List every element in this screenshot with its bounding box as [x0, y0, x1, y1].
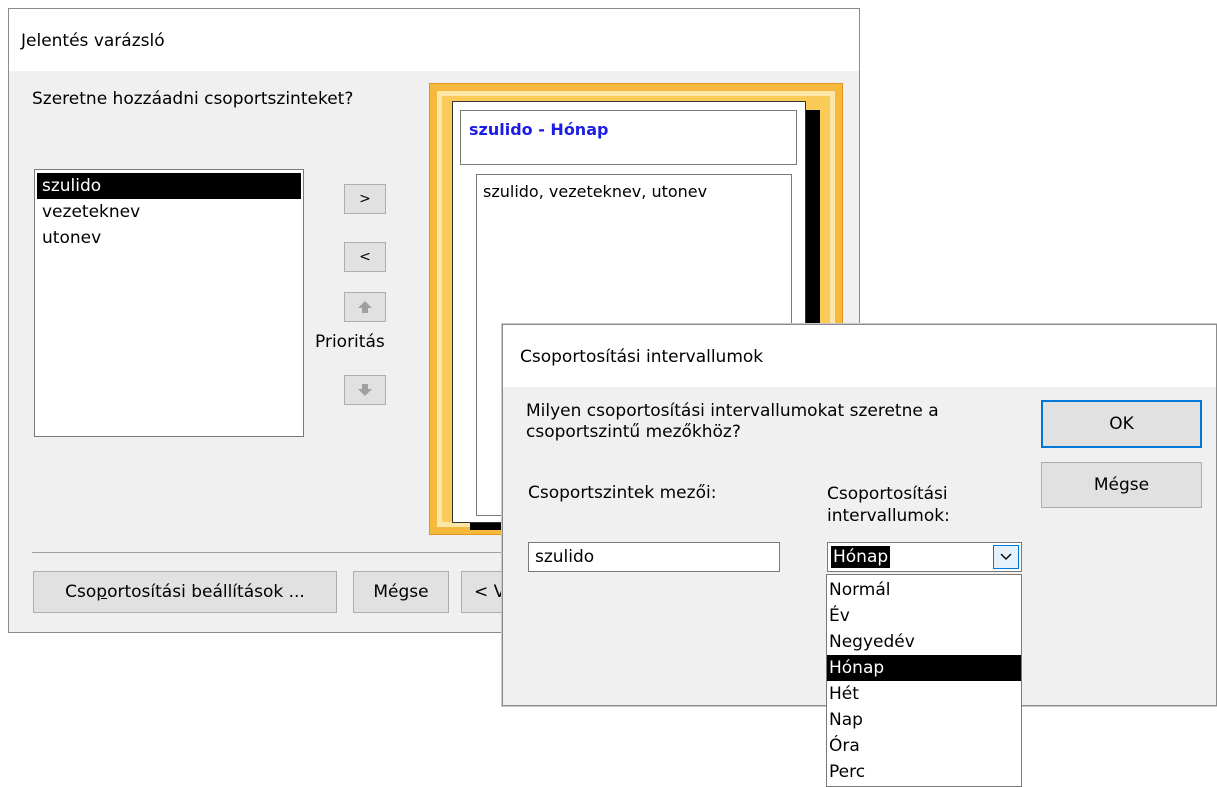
chevron-down-icon [1000, 553, 1012, 560]
field-item-vezeteknev[interactable]: vezeteknev [37, 199, 301, 225]
interval-dropdown-list[interactable]: Normál Év Negyedév Hónap Hét Nap Óra Per… [826, 574, 1022, 787]
interval-title: Csoportosítási intervallumok [520, 347, 764, 367]
option-normal[interactable]: Normál [827, 577, 1021, 603]
preview-group-header-box: szulido - Hónap [460, 110, 797, 165]
grouping-options-mnemonic: p [96, 582, 108, 602]
arrow-down-icon [358, 384, 372, 396]
arrow-up-icon [358, 301, 372, 313]
interval-cancel-button[interactable]: Mégse [1041, 462, 1202, 508]
interval-combobox-value: Hónap [831, 546, 891, 568]
wizard-cancel-button[interactable]: Mégse [353, 571, 449, 613]
option-negyedev[interactable]: Negyedév [827, 629, 1021, 655]
option-ora[interactable]: Óra [827, 733, 1021, 759]
priority-label: Prioritás [315, 332, 385, 352]
option-honap[interactable]: Hónap [827, 655, 1021, 681]
option-het[interactable]: Hét [827, 681, 1021, 707]
remove-group-button[interactable]: < [344, 242, 386, 272]
field-item-szulido[interactable]: szulido [37, 173, 301, 199]
fields-label: Csoportszintek mezői: [528, 483, 717, 503]
grouping-options-label-pre: Cso [65, 582, 97, 602]
option-perc[interactable]: Perc [827, 759, 1021, 785]
ok-button[interactable]: OK [1041, 400, 1202, 448]
priority-down-button[interactable] [344, 375, 386, 405]
interval-combobox[interactable]: Hónap [827, 542, 1022, 572]
option-ev[interactable]: Év [827, 603, 1021, 629]
interval-question: Milyen csoportosítási intervallumokat sz… [526, 401, 939, 442]
option-nap[interactable]: Nap [827, 707, 1021, 733]
field-listbox[interactable]: szulido vezeteknev utonev [34, 169, 304, 437]
wizard-title: Jelentés varázsló [21, 31, 165, 51]
priority-up-button[interactable] [344, 292, 386, 322]
grouping-options-button[interactable]: Cso p ortosítási beállítások ... [33, 571, 337, 613]
combobox-dropdown-button[interactable] [993, 545, 1019, 569]
intervals-label: Csoportosítási intervallumok: [827, 484, 950, 526]
field-item-utonev[interactable]: utonev [37, 225, 301, 251]
group-field-input[interactable]: szulido [528, 542, 780, 572]
preview-detail: szulido, vezeteknev, utonev [483, 182, 708, 201]
preview-group-header: szulido - Hónap [469, 120, 609, 139]
grouping-options-label-post: ortosítási beállítások ... [107, 582, 305, 602]
wizard-question: Szeretne hozzáadni csoportszinteket? [32, 89, 354, 109]
add-group-button[interactable]: > [344, 184, 386, 214]
